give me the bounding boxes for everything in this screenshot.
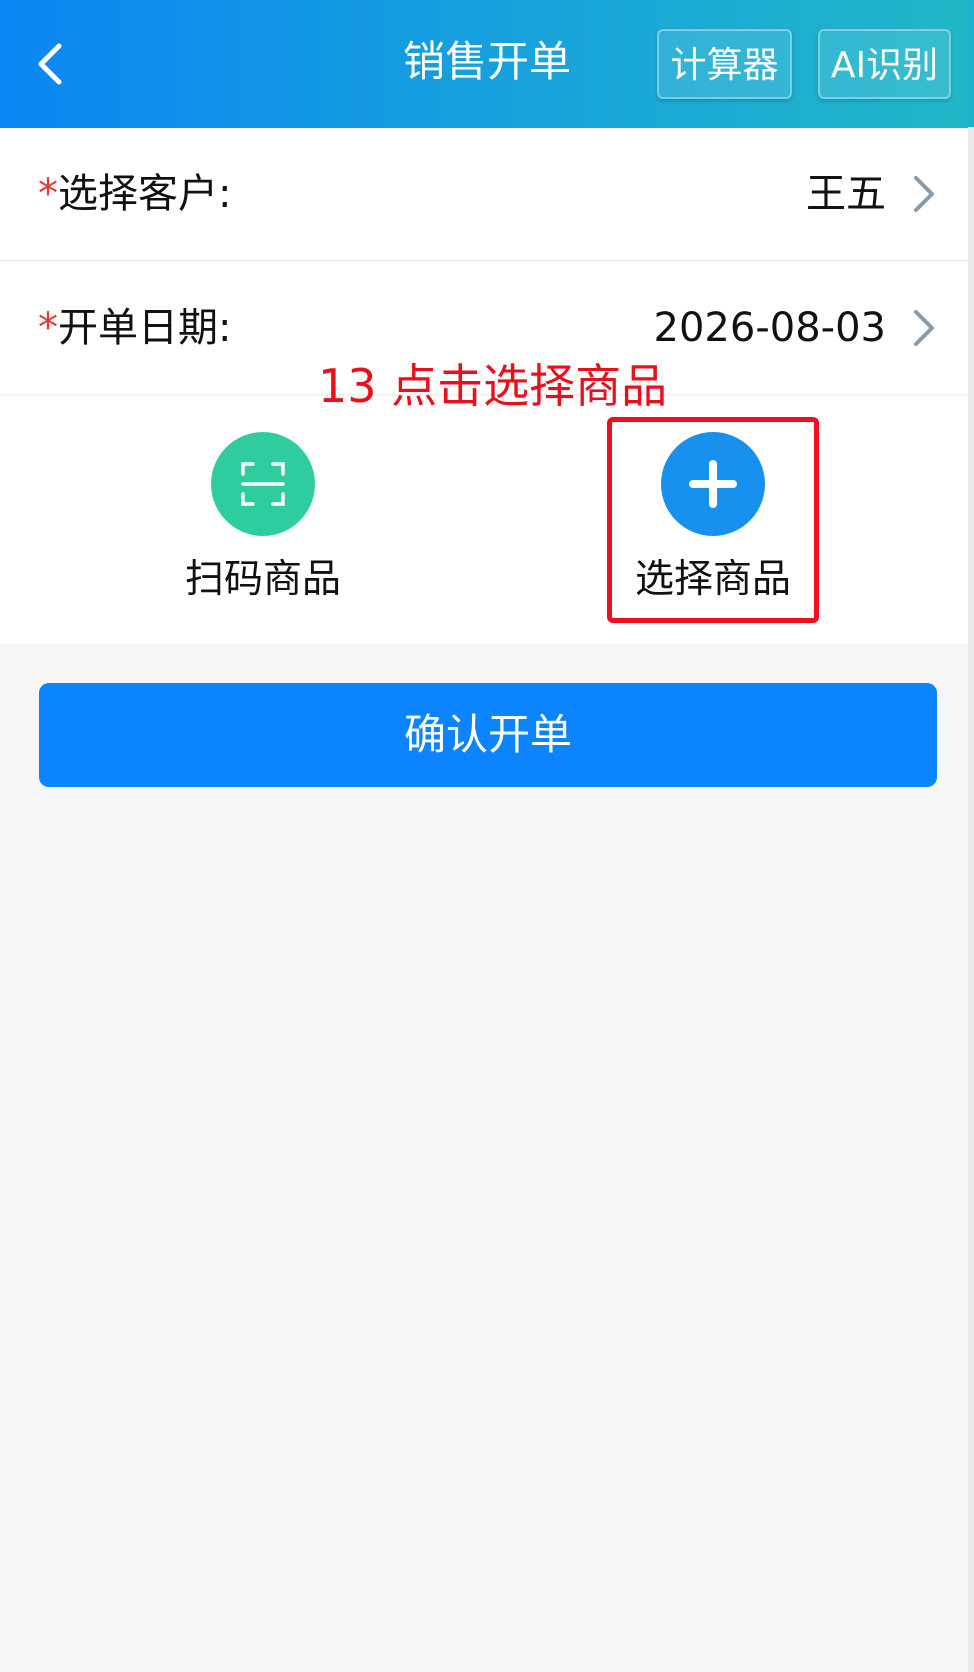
date-value: 2026-08-03 — [653, 305, 886, 351]
scan-product-button[interactable]: 扫码商品 — [163, 432, 363, 606]
screen-edge — [968, 0, 974, 1672]
chevron-right-icon — [908, 174, 938, 214]
back-button[interactable] — [20, 28, 80, 100]
customer-label: *选择客户: — [38, 128, 231, 260]
date-label: *开单日期: — [38, 262, 231, 394]
app-header: 销售开单 计算器 AI识别 — [0, 0, 974, 128]
confirm-order-button[interactable]: 确认开单 — [39, 683, 937, 787]
required-mark: * — [38, 171, 58, 217]
calculator-button[interactable]: 计算器 — [657, 29, 792, 99]
customer-value: 王五 — [806, 171, 886, 217]
back-arrow-icon — [35, 42, 65, 86]
scan-icon — [211, 432, 315, 536]
scan-product-label: 扫码商品 — [184, 557, 341, 602]
required-mark: * — [38, 305, 58, 351]
product-actions-panel — [0, 396, 974, 644]
select-customer-row[interactable]: *选择客户: 王五 — [0, 128, 974, 261]
select-product-button[interactable]: 选择商品 — [613, 432, 813, 606]
customer-label-text: 选择客户: — [58, 171, 232, 217]
chevron-right-icon — [908, 308, 938, 348]
plus-icon — [661, 432, 765, 536]
select-product-label: 选择商品 — [634, 557, 791, 602]
date-label-text: 开单日期: — [58, 305, 232, 351]
ai-recognition-button[interactable]: AI识别 — [818, 29, 951, 99]
step-annotation: 13 点击选择商品 — [318, 359, 668, 413]
